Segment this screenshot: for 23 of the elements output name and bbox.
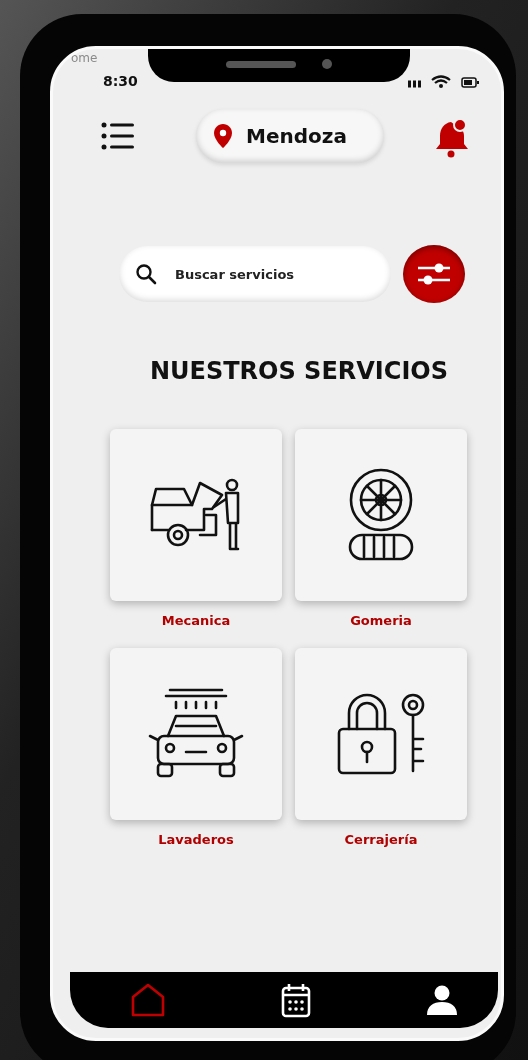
- wifi-icon: [431, 74, 451, 88]
- location-selector[interactable]: Mendoza: [196, 109, 384, 163]
- service-label: Lavaderos: [158, 832, 234, 847]
- battery-icon: [461, 77, 479, 88]
- signal-icon: [408, 80, 421, 88]
- search-field[interactable]: Buscar servicios: [119, 246, 391, 302]
- section-title: NUESTROS SERVICIOS: [148, 357, 449, 385]
- map-pin-icon: [214, 124, 232, 148]
- service-card[interactable]: [110, 648, 282, 820]
- background-label: ome: [71, 51, 98, 65]
- home-icon[interactable]: [130, 983, 166, 1017]
- notification-bell-icon[interactable]: [435, 118, 471, 158]
- service-card[interactable]: [110, 429, 282, 601]
- service-label: Cerrajería: [344, 832, 418, 847]
- menu-icon[interactable]: [101, 122, 135, 150]
- status-time: 8:30: [103, 73, 138, 89]
- calendar-icon[interactable]: [281, 982, 311, 1018]
- service-label: Mecanica: [161, 613, 231, 628]
- service-card[interactable]: [295, 429, 467, 601]
- user-icon[interactable]: [426, 984, 458, 1016]
- search-icon: [135, 263, 157, 285]
- service-label: Gomeria: [350, 613, 412, 628]
- service-card[interactable]: [295, 648, 467, 820]
